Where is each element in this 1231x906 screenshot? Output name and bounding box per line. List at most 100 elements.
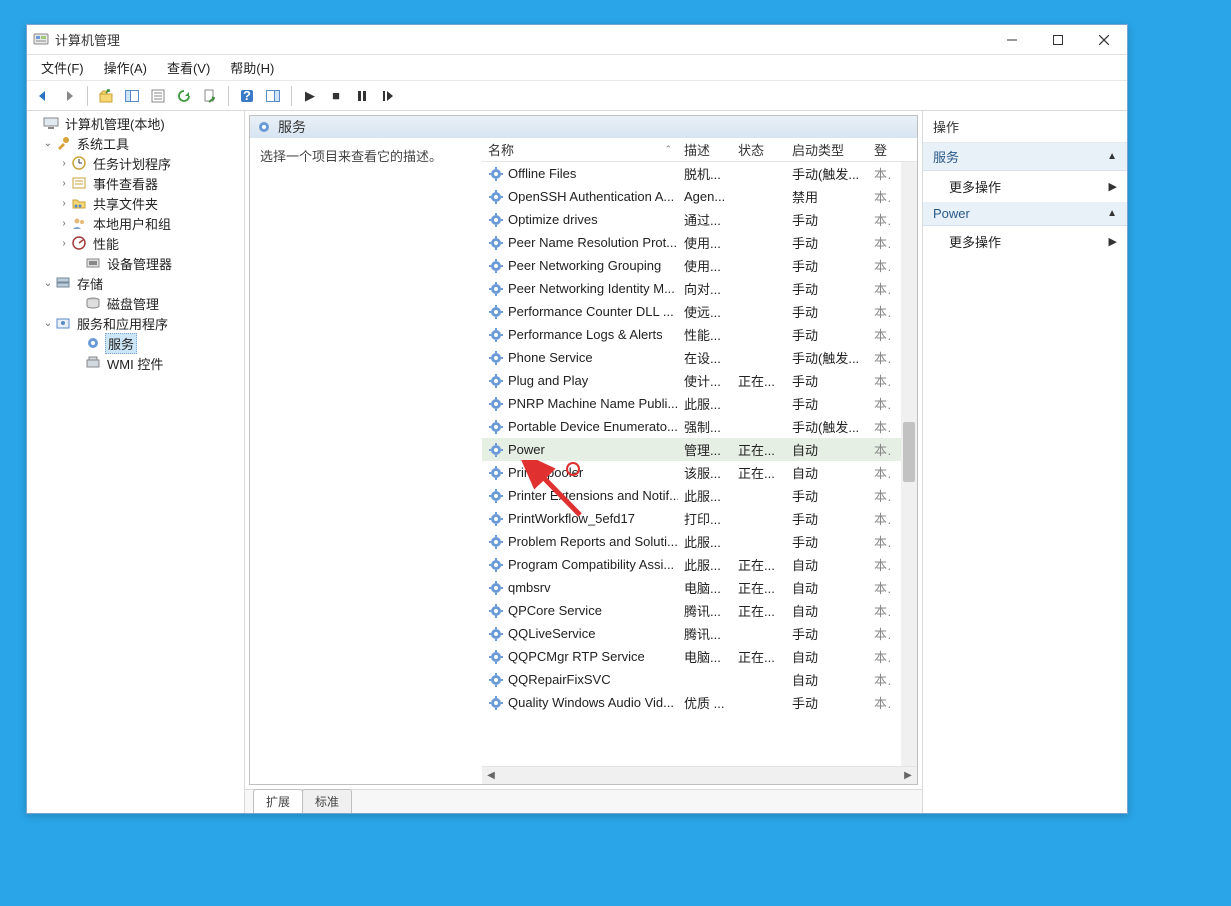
menu-help[interactable]: 帮助(H) bbox=[220, 54, 284, 81]
service-row[interactable]: Print Spooler该服...正在...自动本 bbox=[482, 461, 917, 484]
service-row[interactable]: Peer Networking Grouping使用...手动本 bbox=[482, 254, 917, 277]
list-rows[interactable]: Offline Files脱机...手动(触发...本OpenSSH Authe… bbox=[482, 162, 917, 766]
expander-icon[interactable]: › bbox=[57, 158, 71, 169]
close-button[interactable] bbox=[1081, 26, 1127, 54]
service-row[interactable]: Program Compatibility Assi...此服...正在...自… bbox=[482, 553, 917, 576]
action-section-label: Power bbox=[933, 206, 970, 221]
service-row[interactable]: qmbsrv电脑...正在...自动本 bbox=[482, 576, 917, 599]
service-row[interactable]: Performance Logs & Alerts性能...手动本 bbox=[482, 323, 917, 346]
service-row[interactable]: Performance Counter DLL ...使远...手动本 bbox=[482, 300, 917, 323]
service-row[interactable]: QQRepairFixSVC自动本 bbox=[482, 668, 917, 691]
service-row[interactable]: Phone Service在设...手动(触发...本 bbox=[482, 346, 917, 369]
col-desc[interactable]: 描述 bbox=[678, 138, 732, 161]
menu-file[interactable]: 文件(F) bbox=[31, 54, 94, 81]
pause-service-button[interactable] bbox=[350, 84, 374, 108]
expander-icon[interactable]: ⌄ bbox=[41, 318, 55, 329]
restart-service-button[interactable] bbox=[376, 84, 400, 108]
tree-services[interactable]: 服务 bbox=[27, 333, 244, 353]
tree-event-viewer[interactable]: › 事件查看器 bbox=[27, 173, 244, 193]
services-header: 服务 bbox=[250, 116, 917, 138]
show-hide-action-button[interactable] bbox=[261, 84, 285, 108]
service-row[interactable]: Power管理...正在...自动本 bbox=[482, 438, 917, 461]
cell-startup: 禁用 bbox=[786, 187, 868, 206]
service-row[interactable]: QPCore Service腾讯...正在...自动本 bbox=[482, 599, 917, 622]
scroll-right-icon[interactable]: ▶ bbox=[899, 767, 917, 785]
minimize-button[interactable] bbox=[989, 26, 1035, 54]
service-row[interactable]: Offline Files脱机...手动(触发...本 bbox=[482, 162, 917, 185]
start-service-button[interactable]: ▶ bbox=[298, 84, 322, 108]
show-hide-tree-button[interactable] bbox=[120, 84, 144, 108]
menu-action[interactable]: 操作(A) bbox=[94, 54, 157, 81]
tree-disk-mgmt[interactable]: 磁盘管理 bbox=[27, 293, 244, 313]
tree-local-users[interactable]: › 本地用户和组 bbox=[27, 213, 244, 233]
tree-root[interactable]: 计算机管理(本地) bbox=[27, 113, 244, 133]
tree-shared-folders[interactable]: › 共享文件夹 bbox=[27, 193, 244, 213]
expander-icon[interactable]: › bbox=[57, 178, 71, 189]
service-row[interactable]: Printer Extensions and Notif...此服...手动本 bbox=[482, 484, 917, 507]
event-icon bbox=[71, 175, 87, 191]
cell-desc: 强制... bbox=[678, 417, 732, 436]
service-row[interactable]: PNRP Machine Name Publi...此服...手动本 bbox=[482, 392, 917, 415]
scroll-track[interactable] bbox=[500, 767, 899, 785]
service-row[interactable]: Peer Networking Identity M...向对...手动本 bbox=[482, 277, 917, 300]
service-row[interactable]: Portable Device Enumerato...强制...手动(触发..… bbox=[482, 415, 917, 438]
service-row[interactable]: Plug and Play使计...正在...手动本 bbox=[482, 369, 917, 392]
cell-logon: 本 bbox=[868, 670, 892, 689]
col-name[interactable]: 名称⌃ bbox=[482, 138, 678, 161]
tree-system-tools[interactable]: ⌄ 系统工具 bbox=[27, 133, 244, 153]
gear-icon bbox=[85, 335, 101, 351]
col-status[interactable]: 状态 bbox=[732, 138, 786, 161]
users-icon bbox=[71, 215, 87, 231]
back-button[interactable] bbox=[31, 84, 55, 108]
expander-icon[interactable]: › bbox=[57, 218, 71, 229]
toolbar-separator bbox=[228, 86, 229, 106]
service-row[interactable]: Peer Name Resolution Prot...使用...手动本 bbox=[482, 231, 917, 254]
service-row[interactable]: Optimize drives通过...手动本 bbox=[482, 208, 917, 231]
cell-name: QQRepairFixSVC bbox=[482, 672, 678, 688]
tree-task-scheduler[interactable]: › 任务计划程序 bbox=[27, 153, 244, 173]
forward-button[interactable] bbox=[57, 84, 81, 108]
menu-view[interactable]: 查看(V) bbox=[157, 54, 220, 81]
tree-wmi[interactable]: WMI 控件 bbox=[27, 353, 244, 373]
maximize-button[interactable] bbox=[1035, 26, 1081, 54]
service-row[interactable]: Quality Windows Audio Vid...优质 ...手动本 bbox=[482, 691, 917, 714]
expander-icon[interactable]: ⌄ bbox=[41, 138, 55, 149]
tree-performance[interactable]: › 性能 bbox=[27, 233, 244, 253]
action-section-power[interactable]: Power ▲ bbox=[923, 202, 1127, 226]
services-list[interactable]: 名称⌃ 描述 状态 启动类型 登 Offline Files脱机...手动(触发… bbox=[482, 138, 917, 784]
action-more-power[interactable]: 更多操作 ▶ bbox=[923, 226, 1127, 257]
horizontal-scrollbar[interactable]: ◀ ▶ bbox=[482, 766, 917, 784]
stop-service-button[interactable]: ■ bbox=[324, 84, 348, 108]
service-row[interactable]: QQPCMgr RTP Service电脑...正在...自动本 bbox=[482, 645, 917, 668]
up-button[interactable] bbox=[94, 84, 118, 108]
expander-icon[interactable]: › bbox=[57, 238, 71, 249]
refresh-button[interactable] bbox=[172, 84, 196, 108]
service-row[interactable]: QQLiveService腾讯...手动本 bbox=[482, 622, 917, 645]
cell-logon: 本 bbox=[868, 371, 892, 390]
cell-name: Performance Logs & Alerts bbox=[482, 327, 678, 343]
action-more-services[interactable]: 更多操作 ▶ bbox=[923, 171, 1127, 202]
center-top: 服务 选择一个项目来查看它的描述。 名称⌃ 描述 状态 启动类型 登 bbox=[245, 111, 922, 789]
tab-standard[interactable]: 标准 bbox=[302, 789, 352, 813]
help-button[interactable]: ? bbox=[235, 84, 259, 108]
expander-icon[interactable]: ⌄ bbox=[41, 278, 55, 289]
expander-icon[interactable]: › bbox=[57, 198, 71, 209]
tree-storage[interactable]: ⌄ 存储 bbox=[27, 273, 244, 293]
tree-pane[interactable]: 计算机管理(本地) ⌄ 系统工具 › 任务计划程序 › 事件查看器 › 共享文件… bbox=[27, 111, 245, 813]
vertical-scrollbar[interactable] bbox=[901, 162, 917, 766]
properties-button[interactable] bbox=[146, 84, 170, 108]
scroll-left-icon[interactable]: ◀ bbox=[482, 767, 500, 785]
service-row[interactable]: OpenSSH Authentication A...Agen...禁用本 bbox=[482, 185, 917, 208]
action-section-services[interactable]: 服务 ▲ bbox=[923, 143, 1127, 171]
cell-name: QQPCMgr RTP Service bbox=[482, 649, 678, 665]
export-button[interactable] bbox=[198, 84, 222, 108]
service-row[interactable]: Problem Reports and Soluti...此服...手动本 bbox=[482, 530, 917, 553]
scrollbar-thumb[interactable] bbox=[903, 422, 915, 482]
col-startup[interactable]: 启动类型 bbox=[786, 138, 868, 161]
tree-device-manager[interactable]: 设备管理器 bbox=[27, 253, 244, 273]
tree-services-apps[interactable]: ⌄ 服务和应用程序 bbox=[27, 313, 244, 333]
col-logon[interactable]: 登 bbox=[868, 138, 892, 161]
tab-extended[interactable]: 扩展 bbox=[253, 789, 303, 813]
cell-status: 正在... bbox=[732, 440, 786, 459]
service-row[interactable]: PrintWorkflow_5efd17打印...手动本 bbox=[482, 507, 917, 530]
